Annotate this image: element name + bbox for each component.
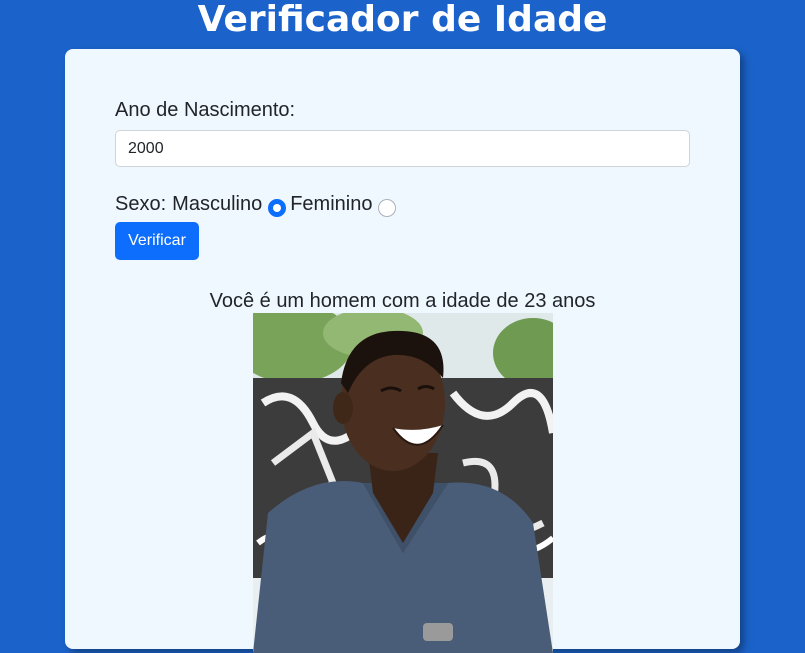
result-photo [253, 313, 553, 653]
birth-year-input[interactable] [115, 130, 690, 167]
page-title: Verificador de Idade [197, 0, 608, 40]
result-message: Você é um homem com a idade de 23 anos [209, 290, 596, 312]
radio-label-masculino: Masculino [172, 192, 263, 215]
radio-label-feminino: Feminino [290, 192, 373, 215]
sex-radio-group: Sexo: Masculino Feminino [115, 191, 400, 217]
verifier-card: Ano de Nascimento: Sexo: Masculino Femin… [65, 49, 740, 653]
sex-label: Sexo: [115, 192, 167, 215]
radio-masculino[interactable] [268, 199, 287, 217]
radio-feminino[interactable] [378, 199, 397, 217]
verify-button[interactable]: Verificar [115, 222, 199, 260]
birth-year-label: Ano de Nascimento: [115, 99, 296, 121]
